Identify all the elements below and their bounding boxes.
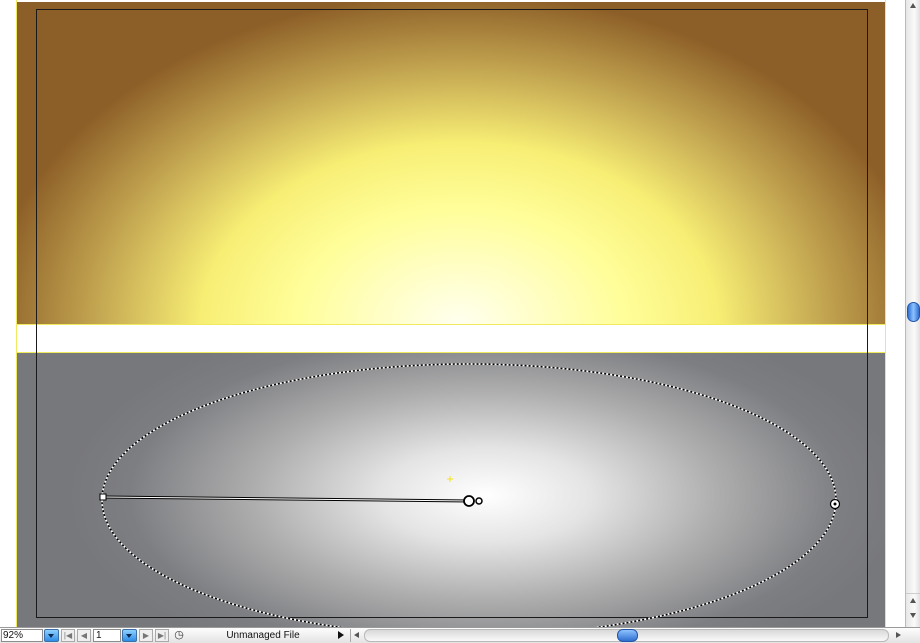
horizontal-scroll-thumb[interactable]	[617, 629, 638, 642]
page-dropdown-chevron-icon[interactable]	[122, 629, 137, 642]
gradient-radius-handle-dot	[833, 502, 837, 506]
page-number-field[interactable]: 1	[93, 629, 121, 642]
window-corner	[906, 629, 920, 642]
gradient-selection-overlay	[99, 363, 841, 627]
vertical-scrollbar[interactable]	[905, 0, 920, 627]
gradient-origin-handle[interactable]	[463, 495, 475, 507]
vertical-scroll-thumb[interactable]	[907, 302, 920, 322]
scroll-up-arrow-icon[interactable]	[906, 0, 920, 12]
scroll-up-arrow-icon[interactable]	[906, 593, 920, 608]
next-page-icon[interactable]: ▶	[139, 629, 153, 642]
zoom-dropdown-chevron-icon[interactable]	[44, 629, 59, 642]
gradient-origin-small-handle[interactable]	[475, 497, 483, 505]
first-page-icon[interactable]: |◀	[61, 629, 75, 642]
status-menu-arrow-icon[interactable]	[336, 629, 346, 642]
previous-page-icon[interactable]: ◀	[77, 629, 91, 642]
scroll-left-arrow-icon[interactable]	[350, 629, 362, 642]
center-point-icon	[447, 476, 453, 482]
document-canvas[interactable]	[0, 0, 905, 627]
status-text[interactable]: Unmanaged File	[188, 629, 338, 642]
status-bar: 92% |◀ ◀ 1 ▶ ▶| ◷ Unmanaged File	[0, 627, 920, 643]
scroll-down-arrow-icon[interactable]	[906, 609, 920, 623]
scroll-right-arrow-icon[interactable]	[892, 629, 904, 642]
version-cue-icon[interactable]: ◷	[172, 629, 186, 642]
zoom-level-field[interactable]: 92%	[1, 629, 43, 642]
gradient-end-handle[interactable]	[99, 493, 107, 501]
last-page-icon[interactable]: ▶|	[155, 629, 169, 642]
